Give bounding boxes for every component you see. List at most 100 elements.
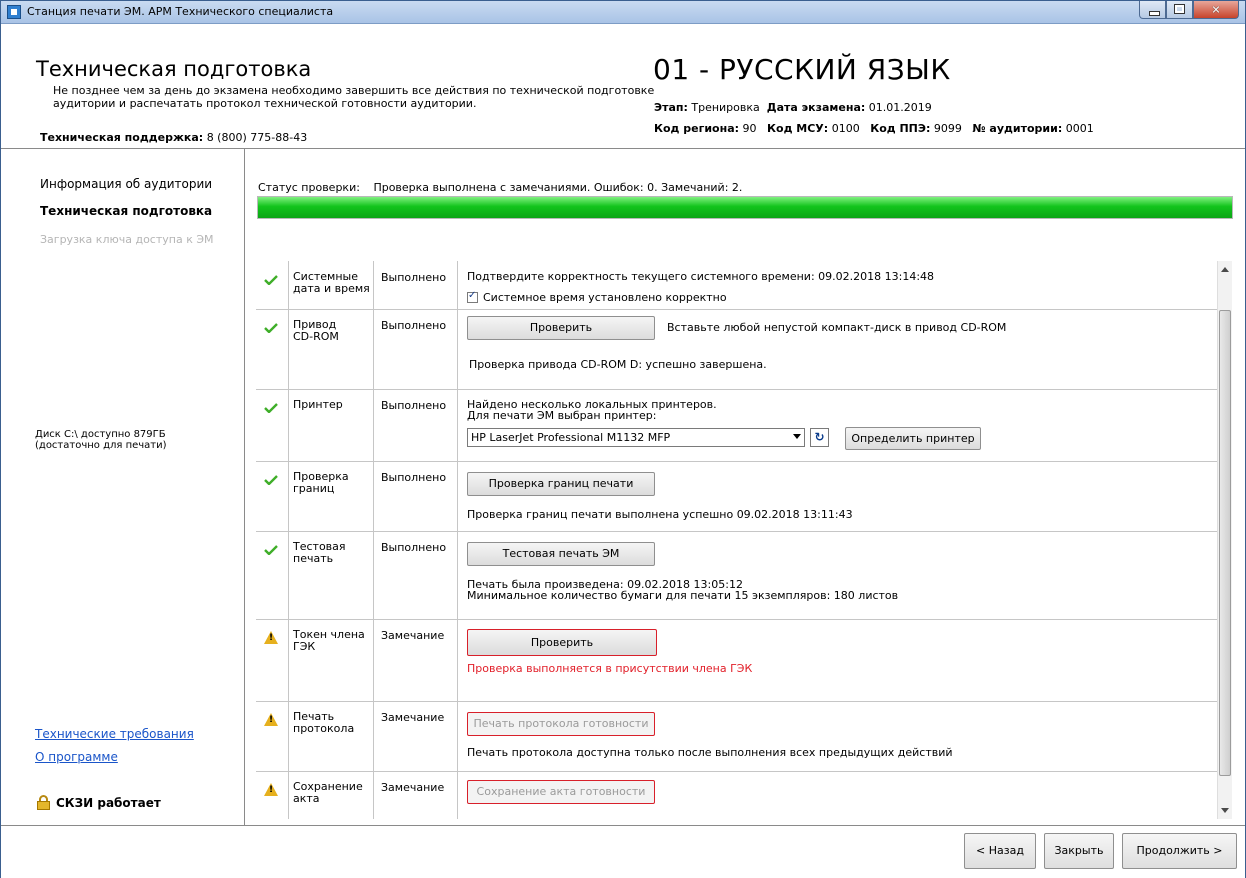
bounds-result: Проверка границ печати выполнена успешно… — [467, 508, 853, 521]
support-phone: 8 (800) 775-88-43 — [206, 131, 308, 144]
window-controls: ✕ — [1139, 1, 1239, 19]
detect-printer-button[interactable]: Определить принтер — [845, 427, 981, 450]
region-label: Код региона: — [654, 122, 740, 135]
row-status: Выполнено — [381, 471, 447, 484]
token-check-button[interactable]: Проверить — [467, 629, 657, 656]
cdrom-check-button[interactable]: Проверить — [467, 316, 655, 340]
room-value: 0001 — [1065, 122, 1094, 135]
window-title: Станция печати ЭМ. АРМ Технического спец… — [27, 5, 334, 18]
exam-stage-info: Этап: Тренировка Дата экзамена: 01.01.20… — [654, 101, 932, 114]
table-row-testprint: Тестовая печать Выполнено Тестовая печать… — [256, 531, 1217, 620]
title-bar[interactable]: Станция печати ЭМ. АРМ Технического спец… — [1, 1, 1245, 24]
check-icon — [264, 545, 278, 555]
row-name-line: печать — [293, 552, 334, 565]
close-icon: ✕ — [1211, 3, 1221, 16]
check-status: Статус проверки: Проверка выполнена с за… — [258, 181, 742, 194]
printer-select[interactable]: HP LaserJet Professional M1132 MFP — [467, 428, 805, 447]
tech-requirements-link[interactable]: Технические требования — [35, 727, 194, 741]
about-link[interactable]: О программе — [35, 750, 118, 764]
printer-selected-label: Для печати ЭМ выбран принтер: — [467, 409, 657, 422]
maximize-button[interactable] — [1166, 1, 1193, 19]
table-row-protocol: ! Печать протокола Замечание Печать прото… — [256, 701, 1217, 772]
page-description: Не позднее чем за день до экзамена необх… — [53, 84, 655, 110]
disk-sufficiency: (достаточно для печати) — [35, 440, 167, 451]
check-icon — [264, 475, 278, 485]
close-window-button[interactable]: ✕ — [1193, 1, 1239, 19]
disk-space: Диск C:\ доступно 879ГБ — [35, 429, 166, 440]
row-name: Проверка границ — [293, 471, 349, 495]
check-icon — [264, 403, 278, 413]
minimize-button[interactable] — [1139, 1, 1166, 19]
close-button[interactable]: Закрыть — [1044, 833, 1114, 869]
exam-date-label: Дата экзамена: — [766, 101, 866, 114]
progress-fill — [258, 197, 1232, 218]
main-panel: Статус проверки: Проверка выполнена с за… — [245, 149, 1245, 825]
sidebar-item-key-load: Загрузка ключа доступа к ЭМ — [40, 233, 214, 246]
scroll-thumb[interactable] — [1219, 310, 1231, 776]
check-bounds-button[interactable]: Проверка границ печати — [467, 472, 655, 496]
vertical-scrollbar[interactable] — [1217, 261, 1232, 819]
table-row-printer: Принтер Выполнено Найдено несколько лока… — [256, 389, 1217, 462]
check-icon — [264, 275, 278, 285]
print-protocol-button[interactable]: Печать протокола готовности — [467, 712, 655, 736]
subject-title: 01 - РУССКИЙ ЯЗЫК — [653, 53, 951, 86]
printer-select-value: HP LaserJet Professional M1132 MFP — [471, 431, 671, 444]
minimize-icon — [1149, 11, 1160, 16]
support-label: Техническая поддержка: — [40, 131, 204, 144]
table-row-act: ! Сохранение акта Замечание Сохранение ак… — [256, 771, 1217, 819]
scroll-down-icon[interactable] — [1221, 808, 1229, 813]
table-row-sysdate: Системные дата и время Выполнено Подтверд… — [256, 261, 1217, 310]
protocol-note: Печать протокола доступна только после в… — [467, 746, 953, 759]
exam-codes-info: Код региона: 90 Код МСУ: 0100 Код ППЭ: 9… — [654, 122, 1094, 135]
table-row-bounds: Проверка границ Выполнено Проверка границ… — [256, 461, 1217, 532]
room-label: № аудитории: — [972, 122, 1063, 135]
row-name-line: границ — [293, 482, 335, 495]
row-name-line: дата и время — [293, 282, 370, 295]
msu-value: 0100 — [831, 122, 860, 135]
disk-status: Диск C:\ доступно 879ГБ (достаточно для … — [35, 429, 167, 451]
row-name: Принтер — [293, 398, 343, 411]
sidebar-item-tech-prep[interactable]: Техническая подготовка — [40, 204, 212, 218]
save-act-button[interactable]: Сохранение акта готовности — [467, 780, 655, 804]
skzi-status: СКЗИ работает — [37, 795, 161, 810]
skzi-label: СКЗИ работает — [56, 795, 161, 810]
stage-value: Тренировка — [691, 101, 760, 114]
region-value: 90 — [742, 122, 757, 135]
warning-icon: ! — [264, 713, 278, 726]
row-name: Системные дата и время — [293, 271, 370, 295]
scroll-up-icon[interactable] — [1221, 267, 1229, 272]
continue-button[interactable]: Продолжить > — [1122, 833, 1237, 869]
row-status: Замечание — [381, 711, 445, 724]
back-button[interactable]: < Назад — [964, 833, 1036, 869]
sysdate-prompt: Подтвердите корректность текущего систем… — [467, 270, 935, 283]
sidebar: Информация об аудитории Техническая подг… — [1, 149, 245, 825]
check-icon — [264, 323, 278, 333]
test-print-button[interactable]: Тестовая печать ЭМ — [467, 542, 655, 566]
sysdate-checkbox[interactable] — [467, 290, 478, 303]
testprint-paper-info: Минимальное количество бумаги для печати… — [467, 589, 899, 602]
maximize-icon — [1174, 4, 1185, 14]
row-name-line: акта — [293, 792, 320, 805]
page-title: Техническая подготовка — [36, 57, 312, 81]
row-status: Замечание — [381, 629, 445, 642]
checks-table: Системные дата и время Выполнено Подтверд… — [256, 261, 1217, 819]
header: Техническая подготовка Не позднее чем за… — [1, 24, 1245, 149]
footer: < Назад Закрыть Продолжить > — [1, 825, 1245, 878]
msu-label: Код МСУ: — [767, 122, 829, 135]
row-status: Выполнено — [381, 271, 447, 284]
stage-label: Этап: — [654, 101, 688, 114]
table-row-cdrom: Привод CD-ROM Выполнено Проверить Вставьт… — [256, 309, 1217, 390]
ppe-label: Код ППЭ: — [870, 122, 931, 135]
app-icon — [7, 5, 21, 19]
support-info: Техническая поддержка: 8 (800) 775-88-43 — [40, 131, 307, 144]
row-status: Выполнено — [381, 541, 447, 554]
check-status-text: Проверка выполнена с замечаниями. Ошибок… — [373, 181, 743, 194]
refresh-icon[interactable]: ↻ — [810, 428, 829, 447]
sysdate-checkbox-label[interactable]: Системное время установлено корректно — [483, 292, 727, 304]
row-name-line: ГЭК — [293, 640, 316, 653]
token-note: Проверка выполняется в присутствии члена… — [467, 662, 753, 675]
check-status-label: Статус проверки: — [258, 181, 360, 194]
ppe-value: 9099 — [933, 122, 962, 135]
row-name: Тестовая печать — [293, 541, 346, 565]
sidebar-item-room-info[interactable]: Информация об аудитории — [40, 177, 212, 191]
